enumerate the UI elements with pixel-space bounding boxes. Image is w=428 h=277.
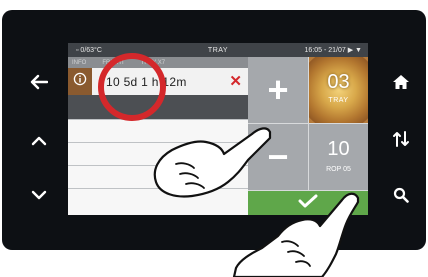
up-down-arrows-icon (392, 130, 410, 153)
touch-screen: ▫ 0/63°C TRAY 16:05 - 21/07 ▶ ▼ INFO FRI… (68, 43, 368, 215)
chevron-down-icon (31, 187, 47, 205)
plus-icon: + (267, 69, 289, 110)
list-item[interactable] (68, 119, 248, 142)
info-icon (73, 72, 87, 91)
minus-icon: − (267, 136, 289, 177)
separator-bar (68, 95, 248, 119)
clear-icon[interactable]: ✕ (229, 72, 242, 90)
checkmark-icon (298, 194, 318, 213)
search-icon (393, 187, 409, 208)
status-bar: ▫ 0/63°C TRAY 16:05 - 21/07 ▶ ▼ (68, 43, 368, 57)
scroll-down-button[interactable] (24, 182, 54, 210)
time-value: 10 5d 1 h 12m (106, 74, 187, 89)
rop-label: ROP 05 (326, 166, 351, 173)
tray-number: 03 (327, 71, 350, 93)
decrease-button[interactable]: − (248, 124, 308, 190)
back-arrow-button[interactable] (24, 70, 54, 98)
program-list: INFO FRIGHT TRAY X7 10 5d 1 h 12m ✕ (68, 57, 248, 215)
tab-bar: INFO FRIGHT TRAY X7 (68, 57, 248, 68)
chevron-up-icon (31, 133, 47, 151)
time-entry-row[interactable]: 10 5d 1 h 12m ✕ (68, 68, 248, 95)
home-button[interactable] (386, 70, 416, 98)
tray-label: TRAY (328, 97, 349, 104)
tab-fright[interactable]: FRIGHT (102, 60, 124, 66)
rop-number: 10 (327, 138, 350, 160)
info-button[interactable] (68, 68, 92, 95)
list-item[interactable] (68, 142, 248, 165)
tray-tile[interactable]: 03 TRAY (309, 57, 368, 123)
tab-tray[interactable]: TRAY X7 (141, 60, 165, 66)
left-arrow-icon (30, 74, 49, 95)
increase-button[interactable]: + (248, 57, 308, 123)
clock-readout: 16:05 - 21/07 ▶ ▼ (304, 47, 362, 54)
rop-tile[interactable]: 10 ROP 05 (309, 124, 368, 190)
search-button[interactable] (386, 183, 416, 211)
sort-button[interactable] (386, 127, 416, 155)
confirm-button[interactable] (248, 191, 368, 215)
scroll-up-button[interactable] (24, 128, 54, 156)
home-icon (392, 74, 410, 95)
list-item[interactable] (68, 165, 248, 188)
tab-info[interactable]: INFO (72, 60, 86, 66)
list-item[interactable] (68, 188, 248, 215)
